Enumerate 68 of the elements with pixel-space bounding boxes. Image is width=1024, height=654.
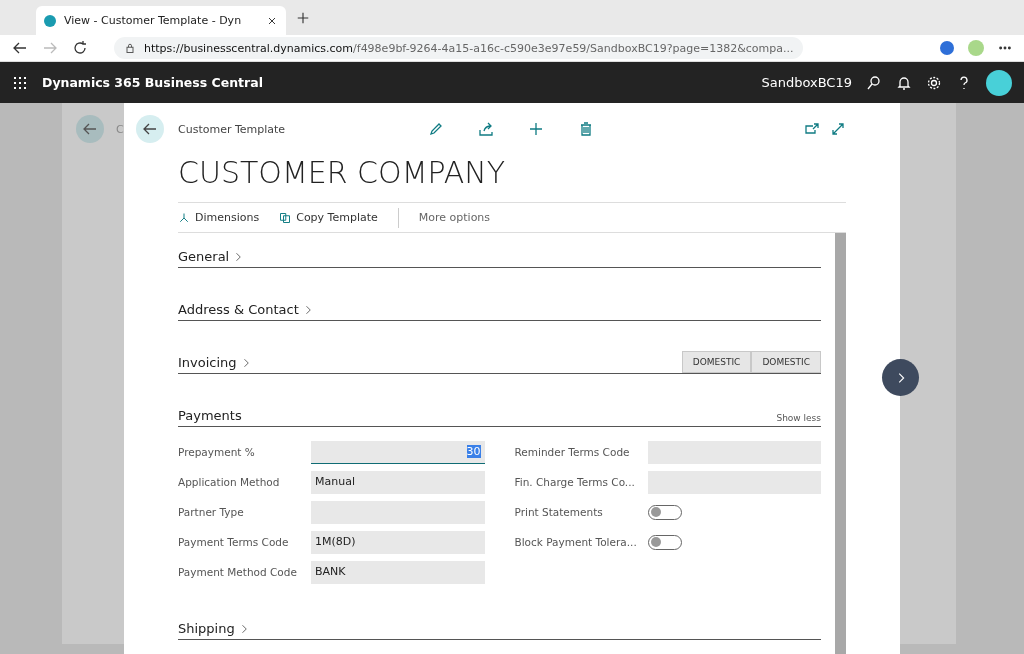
browser-tab[interactable]: View - Customer Template - Dyn <box>36 6 286 35</box>
back-button[interactable] <box>12 40 28 56</box>
section-header[interactable]: Address & Contact <box>178 302 314 320</box>
globe-icon[interactable] <box>940 41 954 55</box>
lock-icon <box>124 42 136 54</box>
section-header[interactable]: Payments <box>178 408 242 426</box>
show-less-link[interactable]: Show less <box>776 413 821 426</box>
field-label: Partner Type <box>178 506 245 518</box>
more-options-button[interactable]: More options <box>418 211 491 224</box>
toggle-switch[interactable] <box>647 534 682 550</box>
app-title: Dynamics 365 Business Central <box>42 75 263 90</box>
action-button[interactable]: Dimensions <box>178 211 260 224</box>
site-icon <box>44 14 56 27</box>
copy-icon <box>279 211 292 224</box>
field-label: Block Payment Tolera... <box>514 536 638 548</box>
input-field[interactable]: Manual <box>311 470 485 494</box>
field-label: Fin. Charge Terms Co... <box>514 476 636 488</box>
input-field[interactable]: BANK <box>311 560 485 584</box>
notifications-button[interactable] <box>896 74 912 91</box>
address-bar[interactable]: https://businesscentral.dynamics.com/f498e9bf-9264-4a15-a16c-c590e3e97e59/SandboxBC19?page=1382&compa... <box>114 37 804 59</box>
arrow-left-icon <box>12 40 28 56</box>
refresh-button[interactable] <box>72 40 88 56</box>
new-button[interactable] <box>528 121 544 137</box>
open-new-window-button[interactable] <box>804 121 820 137</box>
edit-button[interactable] <box>428 121 444 137</box>
open-window-icon <box>804 121 820 137</box>
delete-button[interactable] <box>578 121 594 137</box>
field-label: Payment Method Code <box>178 566 298 578</box>
bell-icon <box>896 74 912 91</box>
app-launcher-icon <box>12 74 28 91</box>
share-icon <box>478 121 494 137</box>
share-button[interactable] <box>478 121 494 137</box>
settings-button[interactable] <box>926 74 942 91</box>
dimensions-icon <box>178 211 190 224</box>
arrow-right-icon <box>42 40 58 56</box>
input-field[interactable]: 30 <box>311 440 485 464</box>
action-button[interactable]: Copy Template <box>279 211 378 224</box>
plus-icon <box>528 121 544 137</box>
tab-title: View - Customer Template - Dyn <box>64 14 243 27</box>
page-title: C <box>116 122 124 136</box>
environment-name: SandboxBC19 <box>761 75 852 90</box>
search-icon <box>866 74 882 91</box>
field-label: Prepayment % <box>178 446 256 458</box>
section-header[interactable]: Shipping <box>178 621 250 639</box>
plus-icon <box>296 11 310 25</box>
scrollbar[interactable] <box>835 233 846 654</box>
page-title: CUSTOMER COMPANY <box>178 155 846 203</box>
field-label: Payment Terms Code <box>178 536 290 548</box>
section-header[interactable]: Invoicing <box>178 355 252 373</box>
expand-button[interactable] <box>830 121 846 137</box>
user-avatar[interactable] <box>986 69 1012 96</box>
toggle-switch[interactable] <box>647 504 682 520</box>
tag: DOMESTIC <box>681 351 752 373</box>
refresh-icon <box>72 40 88 56</box>
section-header[interactable]: General <box>178 249 245 267</box>
pencil-icon <box>428 121 444 137</box>
settings-icon <box>926 74 942 91</box>
search-button[interactable] <box>866 74 882 91</box>
expand-icon <box>830 121 846 137</box>
field-label: Application Method <box>178 476 281 488</box>
field-label: Reminder Terms Code <box>514 446 631 458</box>
arrow-left-icon <box>82 121 98 137</box>
page-caption: Customer Template <box>178 122 287 136</box>
arrow-left-icon <box>142 121 158 137</box>
field-label: Print Statements <box>514 506 604 518</box>
trash-icon <box>578 121 594 137</box>
input-field[interactable]: 1M(8D) <box>311 530 485 554</box>
tag: DOMESTIC <box>751 351 821 373</box>
